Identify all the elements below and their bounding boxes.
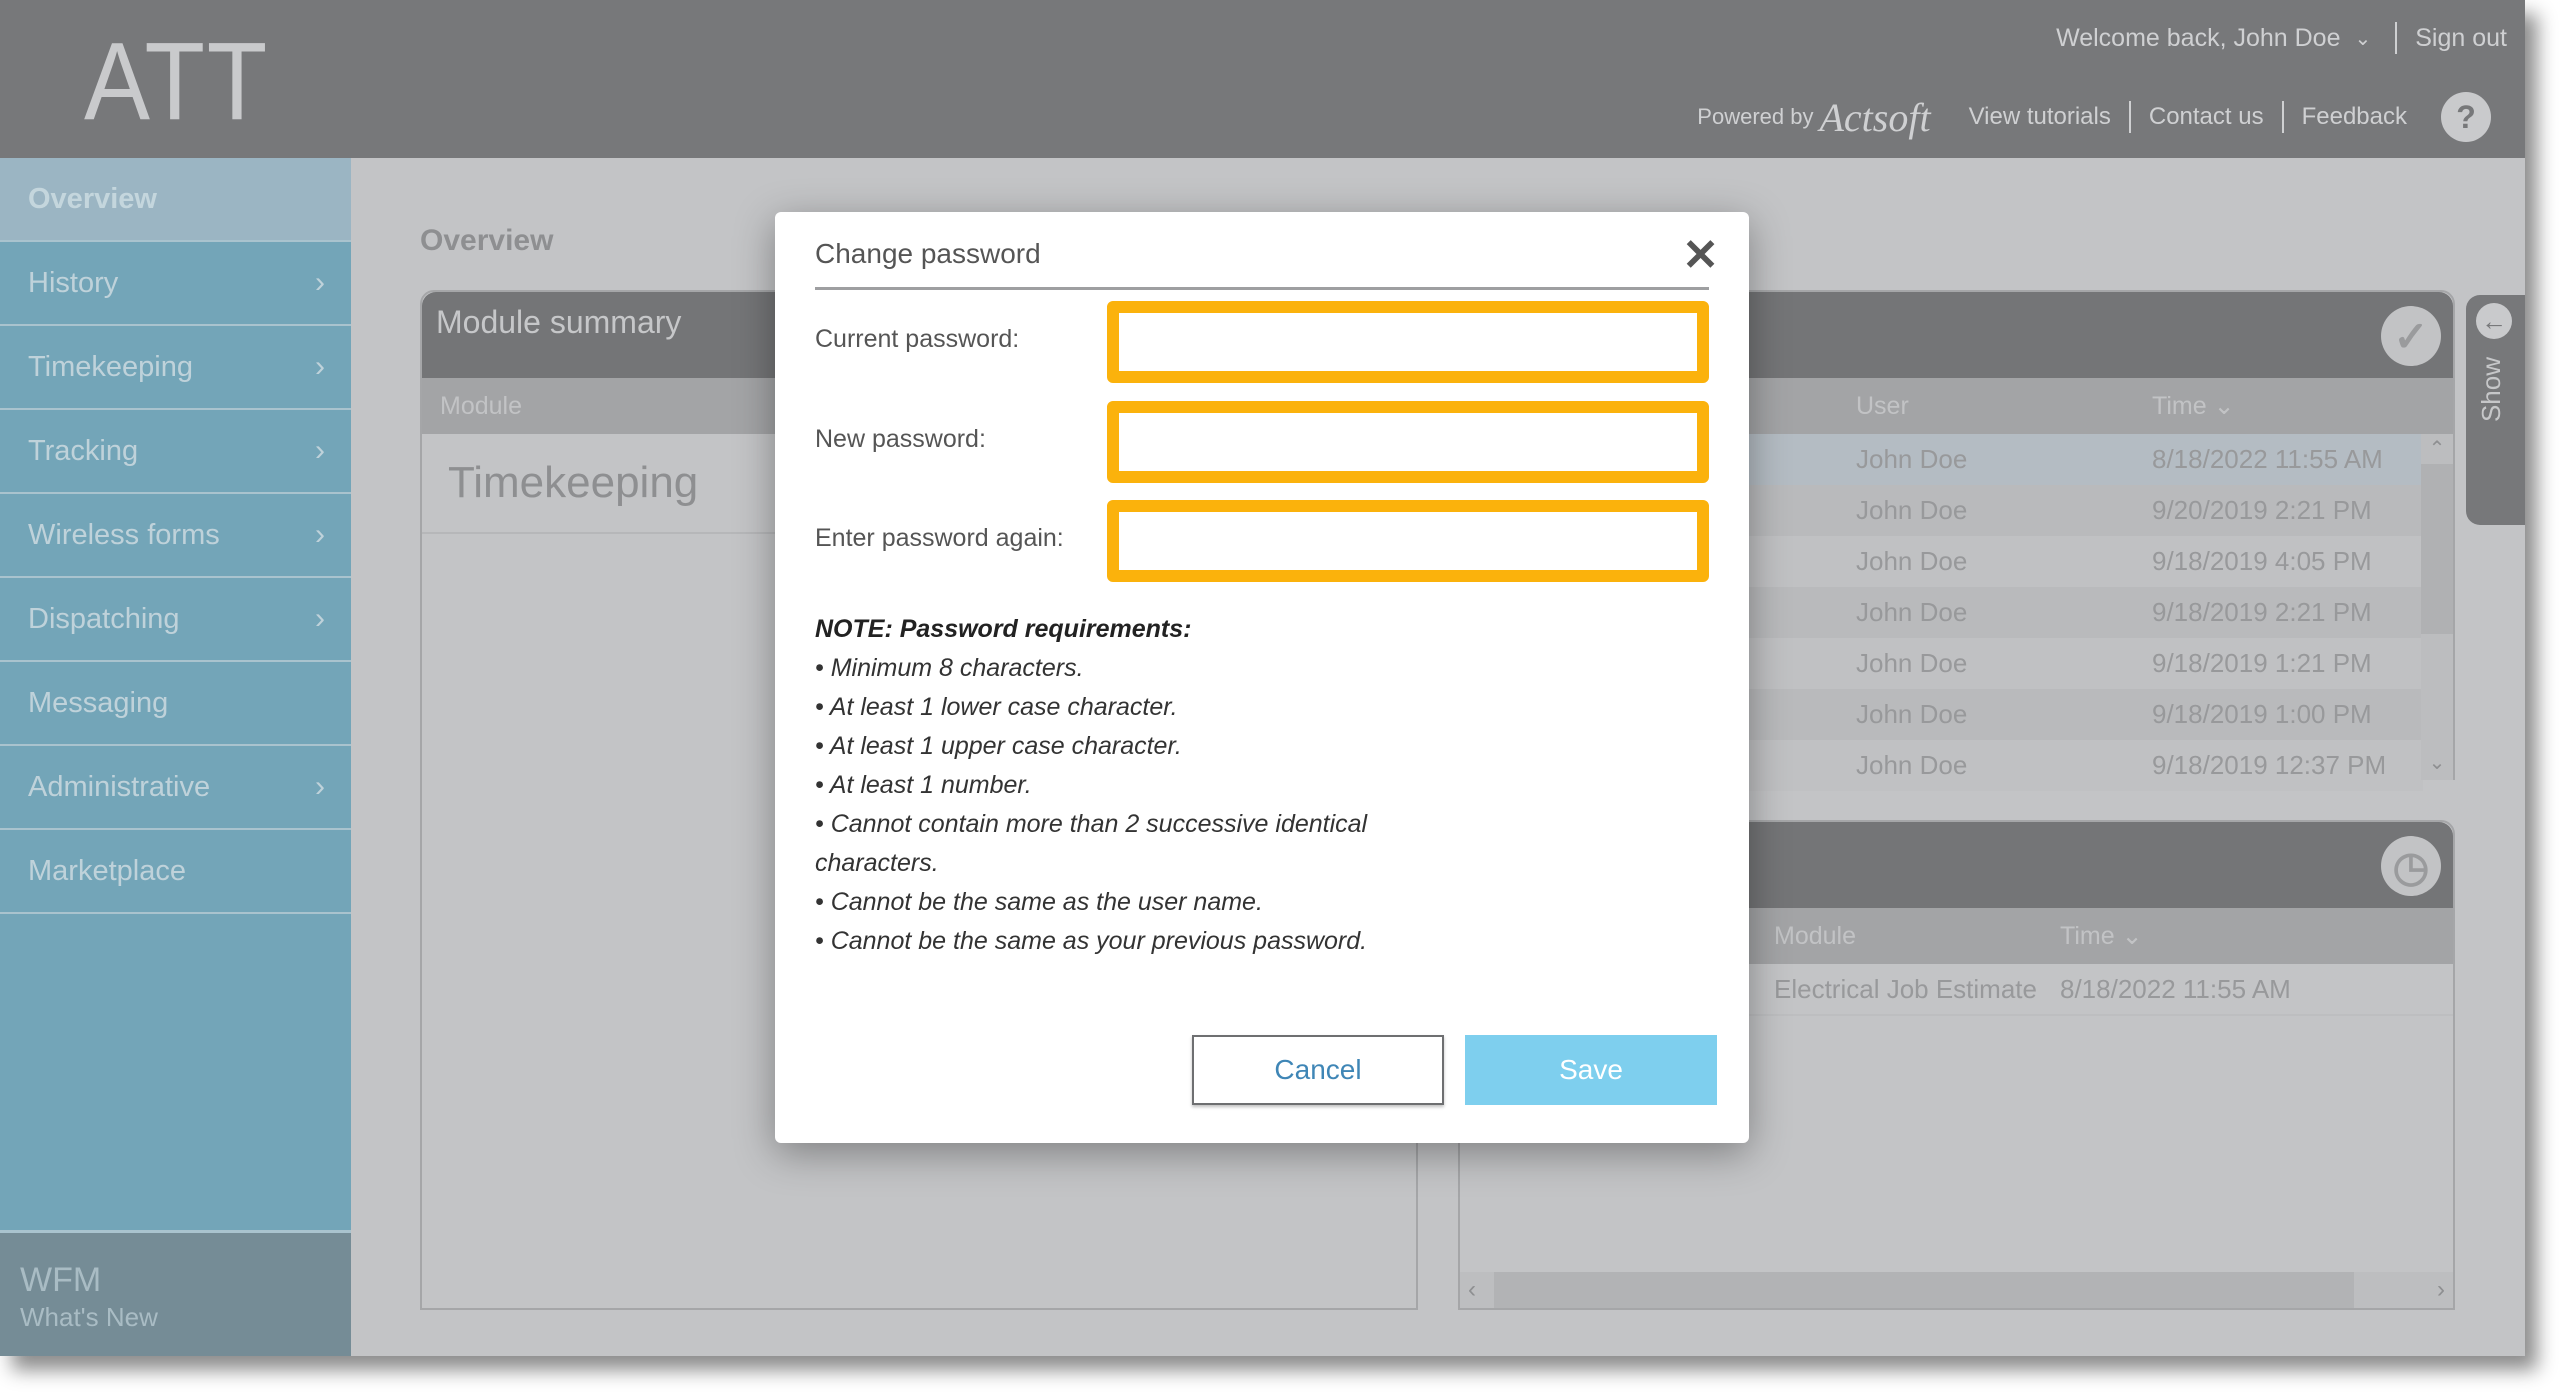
chevron-right-icon: › bbox=[315, 518, 325, 551]
chevron-right-icon: › bbox=[315, 266, 325, 299]
sidebar-item-timekeeping[interactable]: Timekeeping › bbox=[0, 326, 351, 410]
requirement-item: • Cannot be the same as the user name. bbox=[815, 888, 1263, 916]
cell-time: 9/18/2019 12:37 PM bbox=[2152, 750, 2387, 780]
current-password-row: Current password: bbox=[815, 301, 1710, 383]
requirement-item: • At least 1 number. bbox=[815, 771, 1032, 799]
requirement-item: • Cannot be the same as your previous pa… bbox=[815, 927, 1368, 955]
divider bbox=[815, 287, 1709, 290]
sidebar-item-label: History bbox=[28, 266, 119, 299]
requirement-item: • Cannot contain more than 2 successive … bbox=[815, 810, 1368, 877]
scroll-up-icon[interactable]: ⌃ bbox=[2421, 436, 2453, 464]
show-panel-tab[interactable]: ← Show bbox=[2466, 295, 2525, 525]
page-title: Overview bbox=[420, 224, 554, 257]
column-header-time[interactable]: Time ⌄ bbox=[2060, 921, 2143, 951]
close-icon[interactable]: ✕ bbox=[1682, 230, 1719, 281]
scroll-right-icon[interactable]: › bbox=[2437, 1276, 2445, 1304]
current-password-label: Current password: bbox=[815, 325, 1020, 353]
cell-time: 9/18/2019 2:21 PM bbox=[2152, 597, 2372, 627]
sort-chevron-icon: ⌄ bbox=[2121, 922, 2143, 950]
app-logo: ATT bbox=[84, 20, 270, 143]
help-icon[interactable]: ? bbox=[2441, 92, 2491, 142]
sidebar-item-overview[interactable]: Overview bbox=[0, 158, 351, 242]
cell-time: 9/18/2019 4:05 PM bbox=[2152, 546, 2372, 576]
dialog-title: Change password bbox=[815, 238, 1041, 269]
welcome-user-menu[interactable]: Welcome back, John Doe bbox=[2056, 24, 2340, 53]
sidebar-item-marketplace[interactable]: Marketplace bbox=[0, 830, 351, 914]
column-header-label: Time bbox=[2060, 922, 2115, 950]
whats-new-label: What's New bbox=[20, 1302, 158, 1332]
cell-time: 8/18/2022 11:55 AM bbox=[2060, 973, 2291, 1004]
sign-out-link[interactable]: Sign out bbox=[2415, 24, 2507, 53]
column-header-time[interactable]: Time ⌄ bbox=[2152, 391, 2235, 421]
powered-by-label: Powered by bbox=[1697, 104, 1814, 129]
save-button[interactable]: Save bbox=[1465, 1035, 1717, 1105]
confirm-password-input[interactable] bbox=[1107, 500, 1709, 582]
sidebar-item-wireless-forms[interactable]: Wireless forms › bbox=[0, 494, 351, 578]
sidebar-item-label: Administrative bbox=[28, 770, 211, 803]
cell-time: 9/20/2019 2:21 PM bbox=[2152, 495, 2372, 525]
scroll-down-icon[interactable]: ⌄ bbox=[2421, 750, 2453, 778]
whats-new-link[interactable]: WFM What's New bbox=[0, 1230, 351, 1356]
requirement-item: • At least 1 lower case character. bbox=[815, 693, 1178, 721]
sidebar-item-label: Dispatching bbox=[28, 602, 180, 635]
confirm-password-row: Enter password again: bbox=[815, 500, 1710, 582]
chevron-right-icon: › bbox=[315, 770, 325, 803]
sidebar-item-dispatching[interactable]: Dispatching › bbox=[0, 578, 351, 662]
divider bbox=[2128, 101, 2131, 133]
scrollbar-thumb[interactable] bbox=[2421, 464, 2453, 634]
arrow-left-icon[interactable]: ← bbox=[2476, 303, 2512, 339]
cell-time: 8/18/2022 11:55 AM bbox=[2152, 444, 2383, 474]
column-header-label: Time bbox=[2152, 392, 2207, 420]
chevron-right-icon: › bbox=[315, 602, 325, 635]
new-password-input[interactable] bbox=[1107, 401, 1709, 483]
sort-chevron-icon: ⌄ bbox=[2213, 392, 2235, 420]
view-tutorials-link[interactable]: View tutorials bbox=[1969, 103, 2111, 131]
sidebar-item-messaging[interactable]: Messaging bbox=[0, 662, 351, 746]
show-label: Show bbox=[2476, 357, 2506, 423]
sidebar-item-administrative[interactable]: Administrative › bbox=[0, 746, 351, 830]
cell-time: 9/18/2019 1:00 PM bbox=[2152, 699, 2372, 729]
requirement-item: • At least 1 upper case character. bbox=[815, 732, 1182, 760]
checkmark-icon: ✓ bbox=[2381, 306, 2441, 366]
scroll-left-icon[interactable]: ‹ bbox=[1468, 1276, 1476, 1304]
requirement-item: • Minimum 8 characters. bbox=[815, 654, 1084, 682]
scrollbar-thumb[interactable] bbox=[1494, 1272, 2354, 1308]
sidebar-item-label: Overview bbox=[28, 182, 157, 215]
cell-time: 9/18/2019 1:21 PM bbox=[2152, 648, 2372, 678]
chevron-right-icon: › bbox=[315, 350, 325, 383]
contact-us-link[interactable]: Contact us bbox=[2149, 103, 2264, 131]
horizontal-scrollbar[interactable]: ‹ › bbox=[1460, 1272, 2453, 1308]
header-links: Powered by Actsoft View tutorials Contac… bbox=[1697, 92, 2491, 142]
requirements-heading: NOTE: Password requirements: bbox=[815, 615, 1192, 643]
confirm-password-label: Enter password again: bbox=[815, 524, 1064, 552]
cancel-button[interactable]: Cancel bbox=[1192, 1035, 1444, 1105]
chevron-down-icon[interactable]: ⌄ bbox=[2354, 26, 2371, 51]
new-password-label: New password: bbox=[815, 425, 986, 453]
wfm-label: WFM bbox=[20, 1261, 102, 1299]
sidebar-item-label: Marketplace bbox=[28, 854, 186, 887]
current-password-input[interactable] bbox=[1107, 301, 1709, 383]
sidebar: Overview History › Timekeeping › Trackin… bbox=[0, 158, 351, 1356]
actsoft-logo: Actsoft bbox=[1819, 94, 1931, 140]
password-requirements: NOTE: Password requirements: • Minimum 8… bbox=[815, 610, 1455, 961]
new-password-row: New password: bbox=[815, 401, 1710, 483]
sidebar-item-label: Tracking bbox=[28, 434, 139, 467]
sidebar-item-history[interactable]: History › bbox=[0, 242, 351, 326]
header: ATT Welcome back, John Doe ⌄ Sign out Po… bbox=[0, 0, 2525, 158]
sidebar-item-label: Messaging bbox=[28, 686, 169, 719]
app-window: ATT Welcome back, John Doe ⌄ Sign out Po… bbox=[0, 0, 2525, 1356]
change-password-dialog: Change password ✕ Current password: New … bbox=[775, 212, 1749, 1143]
sidebar-item-label: Timekeeping bbox=[28, 350, 193, 383]
feedback-link[interactable]: Feedback bbox=[2302, 103, 2407, 131]
divider bbox=[2281, 101, 2284, 133]
clock-refresh-icon: ◷ bbox=[2381, 836, 2441, 896]
sidebar-item-label: Wireless forms bbox=[28, 518, 220, 551]
chevron-right-icon: › bbox=[315, 434, 325, 467]
user-menu-area: Welcome back, John Doe ⌄ Sign out bbox=[2056, 22, 2507, 54]
sidebar-item-tracking[interactable]: Tracking › bbox=[0, 410, 351, 494]
vertical-scrollbar[interactable]: ⌃ ⌄ bbox=[2421, 434, 2453, 780]
divider bbox=[2395, 22, 2398, 54]
